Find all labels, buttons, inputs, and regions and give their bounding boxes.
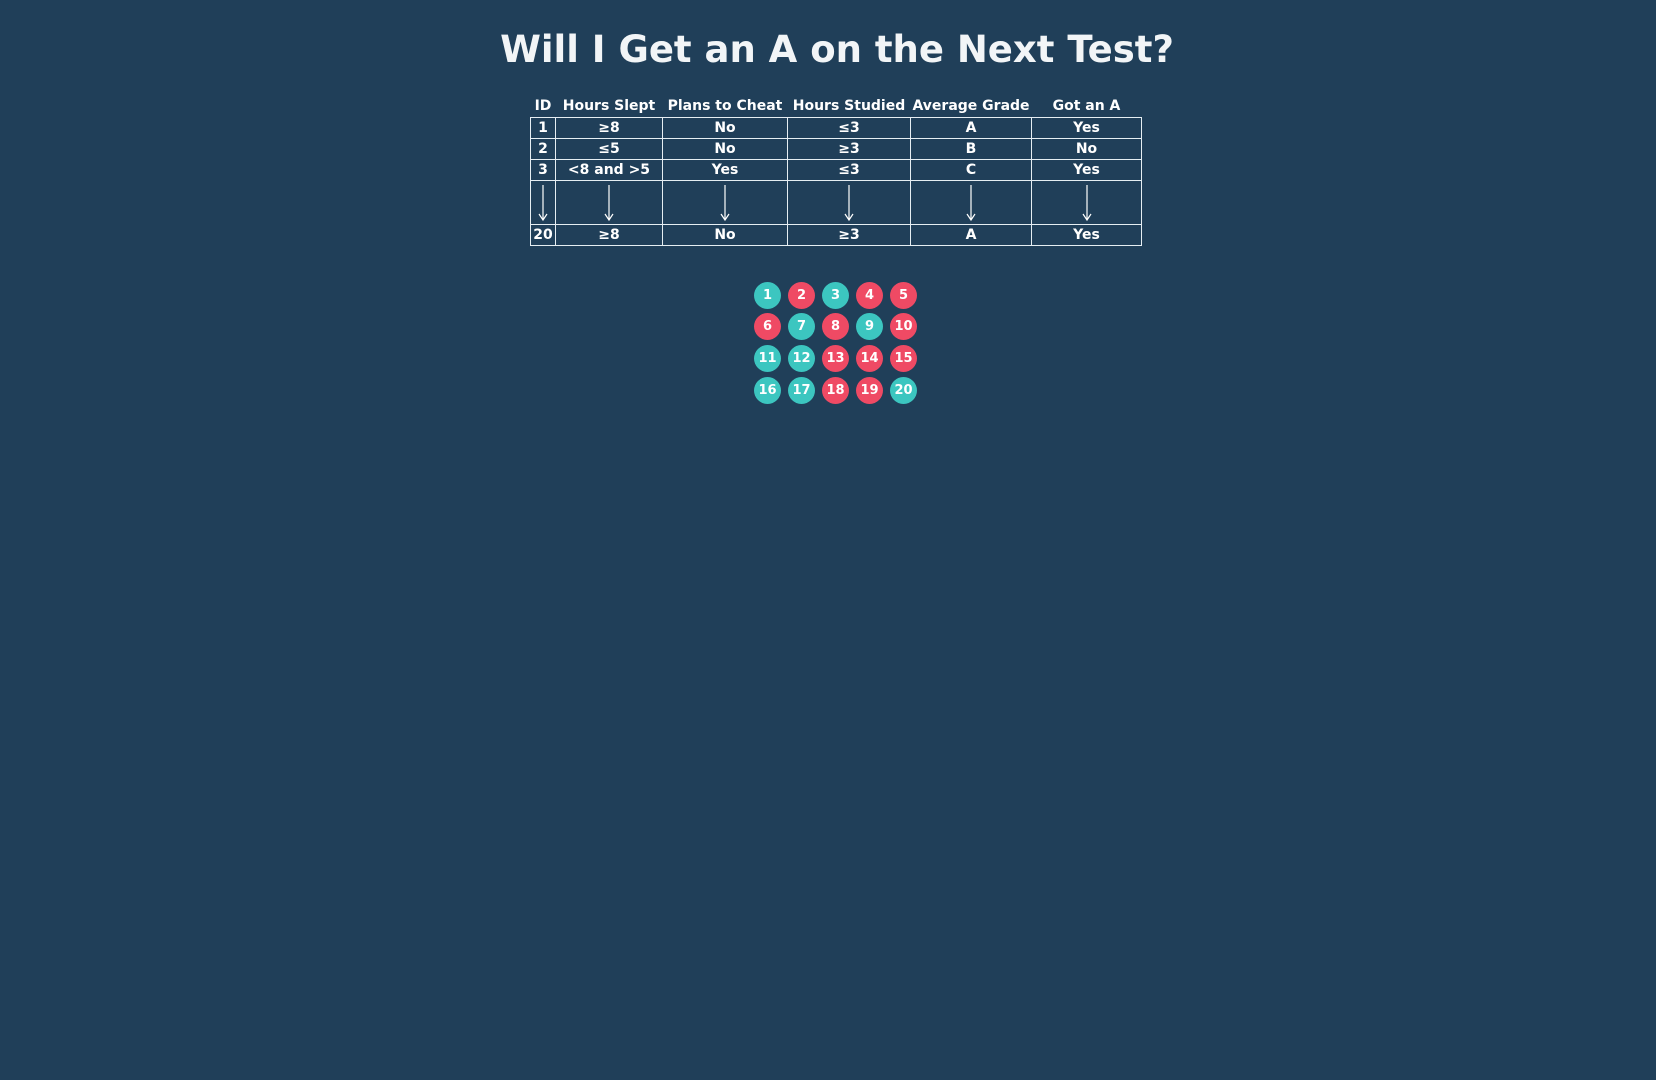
cell-plans-to-cheat: No xyxy=(662,117,788,139)
cell-average-grade: B xyxy=(910,138,1032,160)
student-circle: 14 xyxy=(856,345,883,372)
arrow-cell xyxy=(910,180,1032,225)
student-circle: 19 xyxy=(856,377,883,404)
cell-id: 2 xyxy=(530,138,556,160)
header-average-grade: Average Grade xyxy=(912,98,1030,114)
cell-hours-slept: ≤5 xyxy=(555,138,663,160)
student-circle: 7 xyxy=(788,313,815,340)
student-circle: 16 xyxy=(754,377,781,404)
table-row: 3 <8 and >5 Yes ≤3 C Yes xyxy=(530,159,1142,181)
student-circle: 6 xyxy=(754,313,781,340)
circle-row: 16 17 18 19 20 xyxy=(754,377,924,404)
arrow-down-icon xyxy=(1082,184,1091,221)
arrow-down-icon xyxy=(604,184,614,221)
cell-plans-to-cheat: No xyxy=(662,224,788,246)
arrow-down-icon xyxy=(538,184,548,221)
student-circle: 13 xyxy=(822,345,849,372)
student-circle: 10 xyxy=(890,313,917,340)
student-circle: 9 xyxy=(856,313,883,340)
student-circle: 15 xyxy=(890,345,917,372)
cell-hours-studied: ≤3 xyxy=(787,117,911,139)
student-circle: 11 xyxy=(754,345,781,372)
table-row: 2 ≤5 No ≥3 B No xyxy=(530,138,1142,160)
cell-hours-slept: ≥8 xyxy=(555,117,663,139)
arrow-cell xyxy=(662,180,788,225)
circle-row: 11 12 13 14 15 xyxy=(754,345,924,372)
cell-average-grade: A xyxy=(910,224,1032,246)
cell-plans-to-cheat: No xyxy=(662,138,788,160)
cell-hours-studied: ≤3 xyxy=(787,159,911,181)
circle-row: 1 2 3 4 5 xyxy=(754,282,924,309)
cell-plans-to-cheat: Yes xyxy=(662,159,788,181)
arrow-down-icon xyxy=(966,184,976,221)
arrow-down-icon xyxy=(844,184,854,221)
cell-hours-studied: ≥3 xyxy=(787,224,911,246)
student-circle: 12 xyxy=(788,345,815,372)
cell-id: 3 xyxy=(530,159,556,181)
cell-average-grade: C xyxy=(910,159,1032,181)
cell-got-an-a: Yes xyxy=(1031,159,1142,181)
student-circle: 18 xyxy=(822,377,849,404)
header-plans-to-cheat: Plans to Cheat xyxy=(667,98,783,114)
cell-hours-slept: ≥8 xyxy=(555,224,663,246)
arrow-cell xyxy=(530,180,556,225)
table-row: 20 ≥8 No ≥3 A Yes xyxy=(530,224,1142,246)
student-circle: 8 xyxy=(822,313,849,340)
table-ellipsis-row xyxy=(530,180,1142,225)
cell-got-an-a: No xyxy=(1031,138,1142,160)
arrow-cell xyxy=(1031,180,1142,225)
student-circle: 2 xyxy=(788,282,815,309)
header-hours-slept: Hours Slept xyxy=(562,98,656,114)
data-table-container: ID Hours Slept Plans to Cheat Hours Stud… xyxy=(530,95,1142,246)
student-circle-grid: 1 2 3 4 5 6 7 8 9 10 11 12 13 14 15 16 1… xyxy=(754,282,924,409)
page: Will I Get an A on the Next Test? ID Hou… xyxy=(0,0,1656,1080)
header-got-an-a: Got an A xyxy=(1052,98,1121,114)
table-row: 1 ≥8 No ≤3 A Yes xyxy=(530,117,1142,139)
student-circle: 5 xyxy=(890,282,917,309)
student-circle: 20 xyxy=(890,377,917,404)
cell-hours-studied: ≥3 xyxy=(787,138,911,160)
header-hours-studied: Hours Studied xyxy=(792,98,906,114)
circle-row: 6 7 8 9 10 xyxy=(754,313,924,340)
arrow-down-icon xyxy=(720,184,730,221)
student-circle: 3 xyxy=(822,282,849,309)
cell-hours-slept: <8 and >5 xyxy=(555,159,663,181)
header-id: ID xyxy=(534,98,552,114)
table-header-row: ID Hours Slept Plans to Cheat Hours Stud… xyxy=(531,95,1142,118)
student-circle: 4 xyxy=(856,282,883,309)
student-circle: 1 xyxy=(754,282,781,309)
cell-got-an-a: Yes xyxy=(1031,224,1142,246)
cell-id: 1 xyxy=(530,117,556,139)
student-circle: 17 xyxy=(788,377,815,404)
arrow-cell xyxy=(555,180,663,225)
arrow-cell xyxy=(787,180,911,225)
page-title: Will I Get an A on the Next Test? xyxy=(500,28,1174,71)
cell-average-grade: A xyxy=(910,117,1032,139)
data-table: ID Hours Slept Plans to Cheat Hours Stud… xyxy=(530,95,1142,246)
cell-id: 20 xyxy=(530,224,556,246)
cell-got-an-a: Yes xyxy=(1031,117,1142,139)
